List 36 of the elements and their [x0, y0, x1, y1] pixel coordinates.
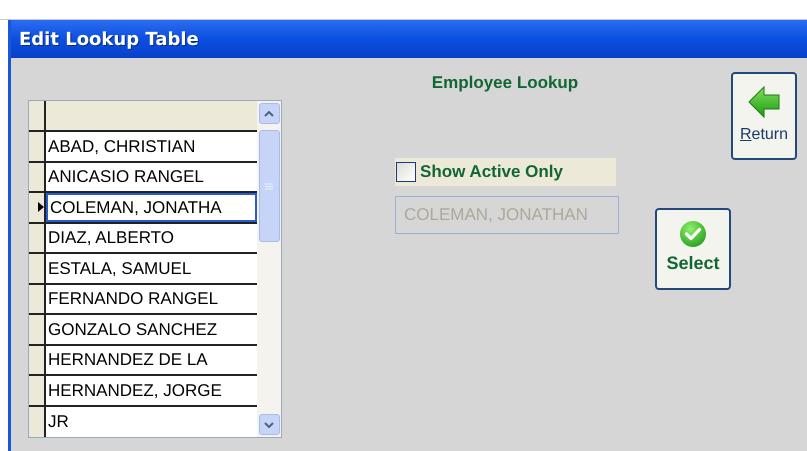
table-cell[interactable]: HERNANDEZ DE LA	[46, 346, 257, 374]
table-cell[interactable]: GONZALO SANCHEZ	[46, 315, 257, 344]
heading: Employee Lookup	[432, 72, 578, 94]
row-selector[interactable]	[29, 376, 46, 404]
show-active-checkbox[interactable]: Show Active Only	[395, 158, 616, 186]
row-selector[interactable]	[29, 346, 46, 374]
row-selector[interactable]	[29, 224, 46, 252]
chevron-up-icon	[264, 110, 274, 116]
table-cell[interactable]: JR	[46, 406, 257, 437]
row-pointer-icon	[38, 202, 44, 212]
chevron-down-icon	[264, 422, 274, 428]
row-selector[interactable]	[29, 406, 46, 437]
row-selector[interactable]	[29, 254, 46, 282]
return-button[interactable]: Return	[731, 72, 797, 160]
table-cell[interactable]: ANICASIO RANGEL	[46, 162, 257, 191]
table-cell[interactable]: HERNANDEZ, JORGE	[46, 376, 257, 404]
scroll-down-button[interactable]	[258, 414, 280, 435]
grip-icon	[265, 182, 273, 190]
window-title: Edit Lookup Table	[19, 28, 199, 52]
scroll-thumb[interactable]	[258, 130, 280, 242]
left-arrow-icon	[747, 85, 781, 119]
checkbox[interactable]	[396, 162, 416, 182]
table-cell[interactable]: ABAD, CHRISTIAN	[46, 132, 257, 160]
row-selector[interactable]	[29, 193, 46, 222]
row-selector[interactable]	[29, 284, 46, 313]
table-cell[interactable]: DIAZ, ALBERTO	[46, 224, 257, 252]
table-cell[interactable]: FERNANDO RANGEL	[46, 284, 257, 313]
row-selector[interactable]	[29, 132, 46, 160]
checkmark-icon	[679, 220, 707, 248]
select-button[interactable]: Select	[655, 208, 731, 290]
row-selector[interactable]	[29, 162, 46, 191]
table-cell[interactable]: ESTALA, SAMUEL	[46, 254, 257, 282]
row-selector[interactable]	[29, 315, 46, 344]
scroll-up-button[interactable]	[258, 103, 280, 124]
vertical-scrollbar[interactable]	[257, 101, 281, 437]
table-cell[interactable]: COLEMAN, JONATHA	[46, 193, 257, 222]
